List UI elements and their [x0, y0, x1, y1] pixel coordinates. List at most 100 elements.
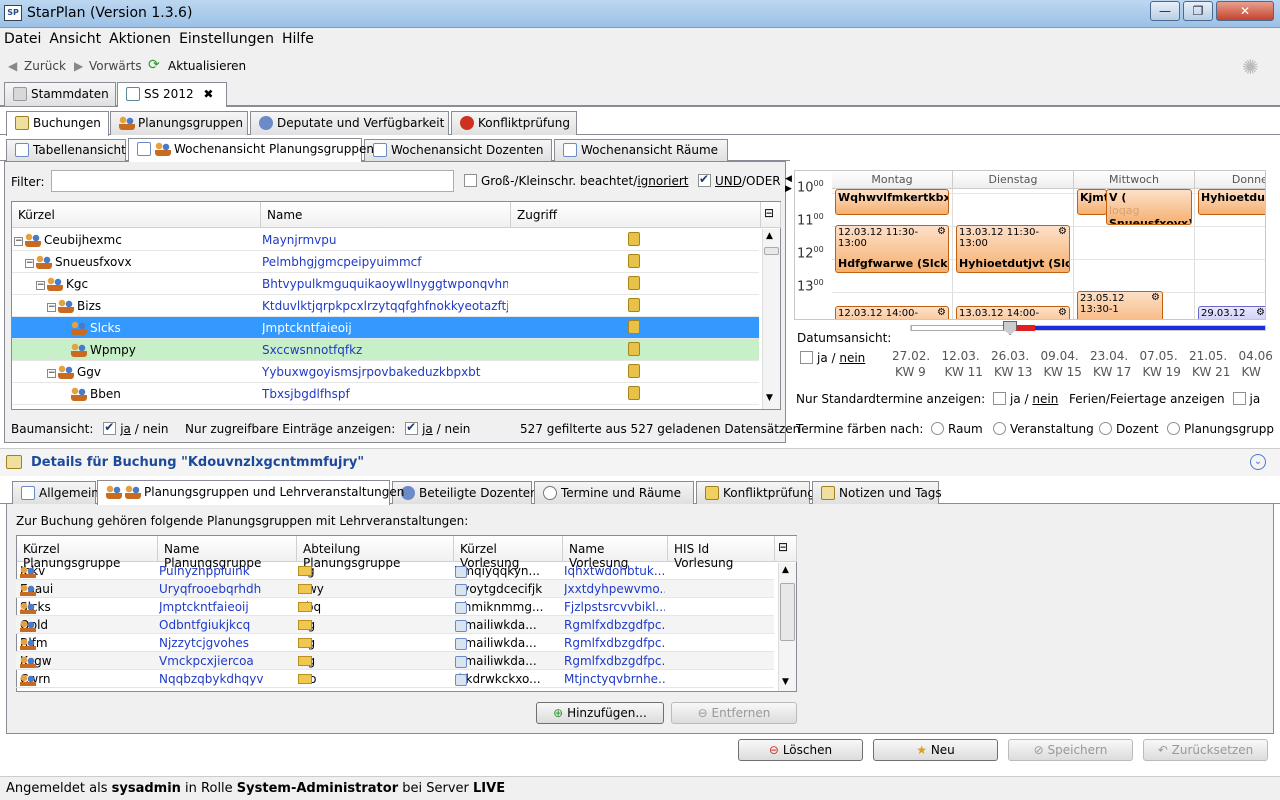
- tree-row[interactable]: Wpmpy Sxccwsnnotfqfkz: [12, 339, 759, 361]
- collapse-node-icon[interactable]: −: [14, 237, 23, 246]
- table-row[interactable]: OpldOdbntfgiukjkcqOgOmailiwkda...Rgmlfxd…: [16, 616, 774, 634]
- ferien-checkbox[interactable]: [1232, 392, 1246, 405]
- column-config-icon[interactable]: ⊟: [775, 536, 797, 562]
- cell-n[interactable]: Pulnyzhppluink: [159, 564, 250, 578]
- delete-button[interactable]: ⊖ Löschen: [738, 739, 863, 761]
- scroll-down-icon[interactable]: ▼: [766, 393, 773, 403]
- tree-name[interactable]: Maynjrmvpu: [262, 233, 508, 247]
- and-or-checkbox[interactable]: [698, 172, 711, 187]
- col-name-pg[interactable]: Name Planungsgruppe: [158, 536, 297, 570]
- calendar-event[interactable]: V (loqag Snueusfxovx): [1106, 189, 1192, 225]
- tree-name[interactable]: Jmptckntfaieoij: [262, 321, 508, 335]
- cell-n[interactable]: Nqqbzqbykdhqyv: [159, 672, 263, 686]
- calendar-event[interactable]: Hyhioetdutjv: [1198, 189, 1265, 215]
- collapse-node-icon[interactable]: −: [47, 369, 56, 378]
- col-kuerzel-vl[interactable]: Kürzel Vorlesung: [454, 536, 563, 570]
- maximize-button[interactable]: ❐: [1183, 1, 1213, 21]
- tab-notizen[interactable]: Notizen und Tags: [812, 481, 942, 504]
- tab-planungsgruppen[interactable]: Planungsgruppen: [110, 111, 248, 135]
- cell-nv[interactable]: Rgmlfxdbzgdfpc...: [564, 636, 665, 650]
- column-config-icon[interactable]: ⊟: [761, 202, 781, 228]
- table-row[interactable]: CwrnNqqbzqbykdhqyvWoIkkdrwkckxo...Mtjnct…: [16, 670, 774, 688]
- cell-nv[interactable]: Fjzlpstsrcvvbikl...: [564, 600, 665, 614]
- tab-tabellenansicht[interactable]: Tabellenansicht: [6, 139, 126, 161]
- calendar-event[interactable]: Wqhwvlfmkertkbx (: [835, 189, 949, 215]
- collapse-icon[interactable]: ⌄: [1250, 454, 1266, 470]
- scroll-thumb[interactable]: [780, 583, 795, 641]
- filter-input[interactable]: [51, 170, 454, 192]
- cell-nv[interactable]: Iqhxtwdohbtuk...: [564, 564, 665, 578]
- tab-wochenansicht-planungsgruppen[interactable]: Wochenansicht Planungsgruppen: [128, 138, 374, 162]
- calendar-event[interactable]: Kjmt: [1077, 189, 1107, 215]
- calendar-event[interactable]: 13.03.12 11:30-13:00Hyhioetdutjvt (Slcks…: [956, 225, 1070, 273]
- table-row[interactable]: RlfmNjzzytcjgvohesOgOmailiwkda...Rgmlfxd…: [16, 634, 774, 652]
- cell-nv[interactable]: Rgmlfxdbzgdfpc...: [564, 618, 665, 632]
- tree-name[interactable]: Yybuxwgoyismsjrpovbakeduzkbpxbt: [262, 365, 508, 379]
- tree-name[interactable]: Tbxsjbgdlfhspf: [262, 387, 508, 401]
- table-row[interactable]: KsgwVmckpcxjiercoaOgOmailiwkda...Rgmlfxd…: [16, 652, 774, 670]
- col-kuerzel-pg[interactable]: Kürzel Planungsgruppe: [17, 536, 158, 570]
- cell-nv[interactable]: Mtjnctyqvbrnhe...: [564, 672, 665, 686]
- menu-einstellungen[interactable]: Einstellungen: [175, 29, 278, 49]
- zugriff-checkbox[interactable]: [405, 420, 419, 435]
- menu-datei[interactable]: Datei: [0, 29, 45, 49]
- tab-ss2012[interactable]: SS 2012 ✖: [117, 82, 227, 107]
- splitter-left-icon[interactable]: ◀: [785, 174, 792, 184]
- tab-planungsgruppen-lv[interactable]: Planungsgruppen und Lehrveranstaltungen: [97, 480, 404, 505]
- details-scrollbar[interactable]: ▲ ▼: [778, 563, 796, 691]
- table-row[interactable]: SlcksJmptckntfaieoijKbqUhmiknmmg...Fjzlp…: [16, 598, 774, 616]
- remove-button[interactable]: ⊖ Entfernen: [671, 702, 797, 724]
- tree-row[interactable]: − Kgc Bhtvypulkmguquikaoywllnyggtwponqvhmu: [12, 273, 759, 295]
- tree-row[interactable]: Slcks Jmptckntfaieoij: [12, 317, 759, 339]
- calendar-event[interactable]: 12.03.12 11:30-13:00 Hdfgfwarwe (Slcks) ⚙: [835, 225, 949, 273]
- tab-dozenten[interactable]: Beteiligte Dozenten: [392, 481, 538, 504]
- standardtermine-checkbox[interactable]: [993, 392, 1007, 405]
- scroll-down-icon[interactable]: ▼: [782, 677, 789, 687]
- tab-stammdaten[interactable]: Stammdaten: [4, 82, 116, 106]
- calendar-event[interactable]: 23.05.12 13:30-1 ⚙: [1077, 291, 1163, 319]
- tree-row[interactable]: − Bizs Ktduvlktjqrpkpcxlrzytqqfghfnokkyeot…: [12, 295, 759, 317]
- tree-row[interactable]: Bben Tbxsjbgdlfhspf: [12, 383, 759, 405]
- cell-n[interactable]: Odbntfgiukjkcq: [159, 618, 250, 632]
- tab-wochenansicht-raeume[interactable]: Wochenansicht Räume: [554, 139, 728, 161]
- reset-button[interactable]: ↶ Zurücksetzen: [1143, 739, 1268, 761]
- baumansicht-checkbox[interactable]: [103, 420, 117, 435]
- new-button[interactable]: ★ Neu: [873, 739, 998, 761]
- refresh-button[interactable]: Aktualisieren: [168, 59, 246, 73]
- tree-scrollbar[interactable]: ▲ ▼: [762, 229, 780, 409]
- cell-n[interactable]: Vmckpcxjiercoa: [159, 654, 254, 668]
- tab-allgemein[interactable]: Allgemein: [12, 481, 99, 504]
- menu-aktionen[interactable]: Aktionen: [105, 29, 175, 49]
- add-button[interactable]: ⊕ Hinzufügen...: [536, 702, 664, 724]
- table-row[interactable]: EaauiUryqfrooebqrhdhNwyPyoytgdcecifjkJxx…: [16, 580, 774, 598]
- ignore-case-link[interactable]: ignoriert: [637, 174, 688, 188]
- faerben-veranstaltung[interactable]: Veranstaltung: [993, 422, 1094, 436]
- tree-row[interactable]: − Ggv Yybuxwgoyismsjrpovbakeduzkbpxbt: [12, 361, 759, 383]
- cell-nv[interactable]: Jxxtdyhpewvmo...: [564, 582, 665, 596]
- calendar-event[interactable]: 13.03.12 14:00-15:30⚙: [956, 306, 1070, 319]
- tab-konfliktpruefung[interactable]: Konfliktprüfung: [451, 111, 577, 135]
- table-row[interactable]: JbkvPulnyzhppluinkHgTmqiyqqkyn...Iqhxtwd…: [16, 562, 774, 580]
- datum-checkbox[interactable]: [800, 351, 813, 364]
- case-sensitive-checkbox[interactable]: [464, 174, 477, 187]
- forward-button[interactable]: Vorwärts: [89, 59, 142, 73]
- faerben-planungsgruppe[interactable]: Planungsgrupp: [1167, 422, 1274, 436]
- tab-wochenansicht-dozenten[interactable]: Wochenansicht Dozenten: [364, 139, 552, 161]
- cell-n[interactable]: Njzzytcjgvohes: [159, 636, 249, 650]
- tab-deputate[interactable]: Deputate und Verfügbarkeit: [250, 111, 449, 135]
- col-name-vl[interactable]: Name Vorlesung: [563, 536, 668, 570]
- col-abteilung[interactable]: Abteilung Planungsgruppe: [297, 536, 454, 570]
- faerben-dozent[interactable]: Dozent: [1099, 422, 1159, 436]
- tab-termine-raeume[interactable]: Termine und Räume: [534, 481, 694, 504]
- splitter-right-icon[interactable]: ▶: [785, 184, 792, 194]
- faerben-raum[interactable]: Raum: [931, 422, 983, 436]
- cell-nv[interactable]: Rgmlfxdbzgdfpc...: [564, 654, 665, 668]
- col-kuerzel[interactable]: Kürzel: [12, 202, 261, 228]
- scroll-up-icon[interactable]: ▲: [782, 565, 789, 575]
- collapse-node-icon[interactable]: −: [47, 303, 56, 312]
- collapse-node-icon[interactable]: −: [25, 259, 34, 268]
- close-button[interactable]: ✕: [1216, 1, 1274, 21]
- back-button[interactable]: Zurück: [24, 59, 66, 73]
- tree-name[interactable]: Ktduvlktjqrpkpcxlrzytqqfghfnokkyeotazftj…: [262, 299, 508, 313]
- tab-buchungen[interactable]: Buchungen: [6, 111, 109, 136]
